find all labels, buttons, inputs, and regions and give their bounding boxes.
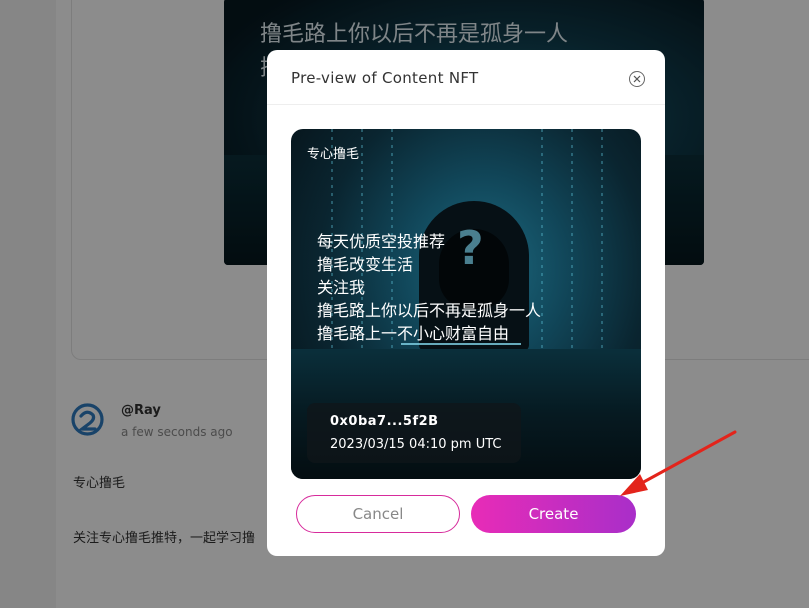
nft-timestamp: 2023/03/15 04:10 pm UTC bbox=[330, 437, 502, 452]
nft-info-box: 0x0ba7...5f2B 2023/03/15 04:10 pm UTC bbox=[307, 403, 521, 463]
nft-text-line: 关注我 bbox=[317, 278, 366, 297]
nft-text-line: 撸毛路上你以后不再是孤身一人 bbox=[317, 301, 542, 320]
nft-text-block: 每天优质空投推荐 撸毛改变生活 关注我 撸毛路上你以后不再是孤身一人 撸毛路上一… bbox=[317, 230, 541, 345]
close-icon bbox=[633, 75, 641, 83]
nft-channel-label: 专心撸毛 bbox=[307, 147, 360, 162]
nft-text-line: 撸毛路上一不小心财富自由 bbox=[317, 324, 510, 343]
create-button[interactable]: Create bbox=[471, 495, 636, 533]
wallet-address: 0x0ba7...5f2B bbox=[330, 414, 439, 429]
modal-title: Pre-view of Content NFT bbox=[291, 69, 479, 87]
cancel-button[interactable]: Cancel bbox=[296, 495, 460, 533]
modal-header: Pre-view of Content NFT bbox=[267, 50, 665, 105]
nft-text-line: 撸毛改变生活 bbox=[317, 255, 414, 274]
nft-preview-card: ? 专心撸毛 每天优质空投推荐 撸毛改变生活 关注我 撸毛路上你以后不再是孤身一… bbox=[291, 129, 641, 479]
nft-preview-modal: Pre-view of Content NFT ? 专心撸毛 每天优质空投推荐 … bbox=[267, 50, 665, 556]
nft-text-line: 每天优质空投推荐 bbox=[317, 232, 446, 251]
close-button[interactable] bbox=[629, 71, 645, 87]
